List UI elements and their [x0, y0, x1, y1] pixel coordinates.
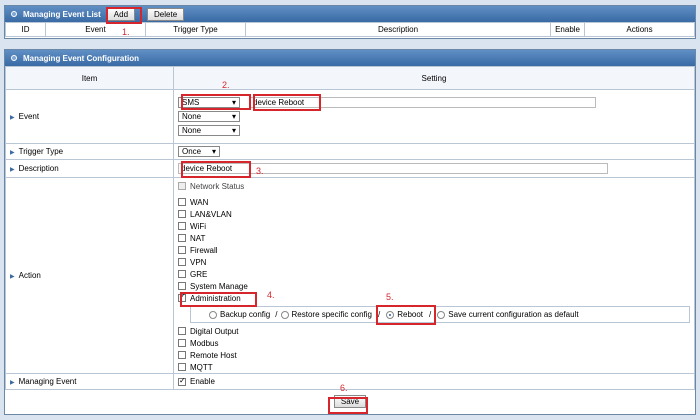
col-actions: Actions	[584, 22, 695, 37]
event-text-input[interactable]	[250, 97, 596, 108]
arrow-icon: ▶	[10, 274, 15, 280]
action-item[interactable]: Firewall	[178, 244, 690, 256]
collapse-icon[interactable]	[11, 11, 17, 17]
annotation-number: 1.	[122, 27, 130, 37]
col-id: ID	[5, 22, 46, 37]
admin-options-box: Backup config / Restore specific config …	[190, 306, 690, 323]
event-select-2[interactable]: None ▾	[178, 111, 240, 122]
radio-backup[interactable]	[209, 310, 217, 319]
description-input[interactable]	[178, 163, 608, 174]
arrow-icon: ▶	[10, 150, 15, 156]
col-trigger-type: Trigger Type	[145, 22, 246, 37]
action-row-setting: Network Status WAN LAN&VLAN WiFi NAT Fir…	[173, 177, 695, 374]
reboot-label: Reboot	[397, 310, 424, 319]
action-item[interactable]: Modbus	[178, 337, 690, 349]
action-item[interactable]: VPN	[178, 256, 690, 268]
checkbox[interactable]	[178, 327, 186, 335]
checkbox[interactable]	[178, 222, 186, 230]
action-row-label: ▶ Action	[5, 177, 174, 374]
col-item: Item	[5, 66, 174, 90]
description-row-label: ▶ Description	[5, 159, 174, 178]
event-list-panel: Managing Event List Add Delete ID Event …	[4, 5, 696, 39]
checkbox[interactable]	[178, 210, 186, 218]
trigger-row-label: ▶ Trigger Type	[5, 143, 174, 160]
checkbox[interactable]	[178, 234, 186, 242]
checkbox[interactable]	[178, 258, 186, 266]
save-default-label: Save current configuration as default	[448, 310, 579, 319]
save-button[interactable]: Save	[333, 395, 367, 408]
col-enable: Enable	[550, 22, 585, 37]
add-button[interactable]: Add	[106, 7, 136, 21]
arrow-icon: ▶	[10, 115, 15, 121]
event-type-select[interactable]: SMS ▾	[178, 97, 240, 108]
dropdown-arrow-icon: ▾	[211, 147, 216, 156]
action-item[interactable]: NAT	[178, 232, 690, 244]
enable-checkbox[interactable]	[178, 376, 186, 386]
managing-event-row-label: ▶ Managing Event	[5, 373, 174, 390]
action-item[interactable]: LAN&VLAN	[178, 208, 690, 220]
annotation-number: 5.	[386, 292, 394, 302]
event-row-label: ▶ Event	[5, 89, 174, 144]
radio-restore[interactable]	[280, 310, 289, 319]
action-item[interactable]: WAN	[178, 196, 690, 208]
radio-reboot[interactable]	[386, 310, 395, 319]
collapse-icon[interactable]	[11, 55, 17, 61]
radio-save-default[interactable]	[437, 310, 446, 319]
event-config-panel: Managing Event Configuration Item Settin…	[4, 49, 696, 415]
checkbox[interactable]	[178, 282, 186, 290]
event-list-table: ID Event Trigger Type Description Enable…	[5, 22, 695, 37]
backup-config-label: Backup config	[220, 310, 271, 319]
action-item[interactable]: GRE	[178, 268, 690, 280]
col-event: Event	[45, 22, 146, 37]
trigger-type-select[interactable]: Once ▾	[178, 146, 220, 157]
action-item[interactable]: Remote Host	[178, 349, 690, 361]
event-list-title: Managing Event List	[23, 9, 101, 19]
action-item[interactable]: Digital Output	[178, 325, 690, 337]
network-status-option[interactable]: Network Status	[178, 180, 690, 192]
checkbox[interactable]	[178, 246, 186, 254]
delete-button[interactable]: Delete	[147, 7, 185, 21]
dropdown-arrow-icon: ▾	[231, 112, 236, 121]
arrow-icon: ▶	[10, 167, 15, 173]
dropdown-arrow-icon: ▾	[231, 98, 236, 107]
action-item[interactable]: System Manage	[178, 280, 690, 292]
annotation-number: 2.	[222, 80, 230, 90]
checkbox-checked[interactable]	[178, 292, 186, 302]
col-setting: Setting	[173, 66, 695, 90]
event-config-title: Managing Event Configuration	[23, 53, 139, 63]
action-item[interactable]: MQTT	[178, 361, 690, 373]
checkbox[interactable]	[178, 363, 186, 371]
dropdown-arrow-icon: ▾	[231, 126, 236, 135]
managing-event-row-setting: Enable	[173, 373, 695, 390]
event-select-3[interactable]: None ▾	[178, 125, 240, 136]
event-config-header: Managing Event Configuration	[5, 50, 695, 66]
checkbox[interactable]	[178, 198, 186, 206]
trigger-row-setting: Once ▾	[173, 143, 695, 160]
description-row-setting	[173, 159, 695, 178]
annotation-number: 3.	[256, 166, 264, 176]
save-bar: Save	[5, 390, 695, 408]
annotation-number: 4.	[267, 290, 275, 300]
administration-option[interactable]: Administration	[178, 292, 690, 304]
annotation-number: 6.	[340, 383, 348, 393]
enable-label: Enable	[190, 377, 215, 386]
action-item[interactable]: WiFi	[178, 220, 690, 232]
arrow-icon: ▶	[10, 380, 15, 386]
config-table: Item Setting ▶Event SMS▾ None▾ None▾ ▶Tr…	[5, 66, 695, 390]
checkbox[interactable]	[178, 182, 186, 190]
col-description: Description	[244, 22, 552, 37]
restore-config-label: Restore specific config	[291, 310, 372, 319]
checkbox[interactable]	[178, 339, 186, 347]
checkbox[interactable]	[178, 270, 186, 278]
event-list-header: Managing Event List Add Delete	[5, 6, 695, 22]
event-row-setting: SMS▾ None▾ None▾	[173, 89, 695, 144]
checkbox[interactable]	[178, 351, 186, 359]
